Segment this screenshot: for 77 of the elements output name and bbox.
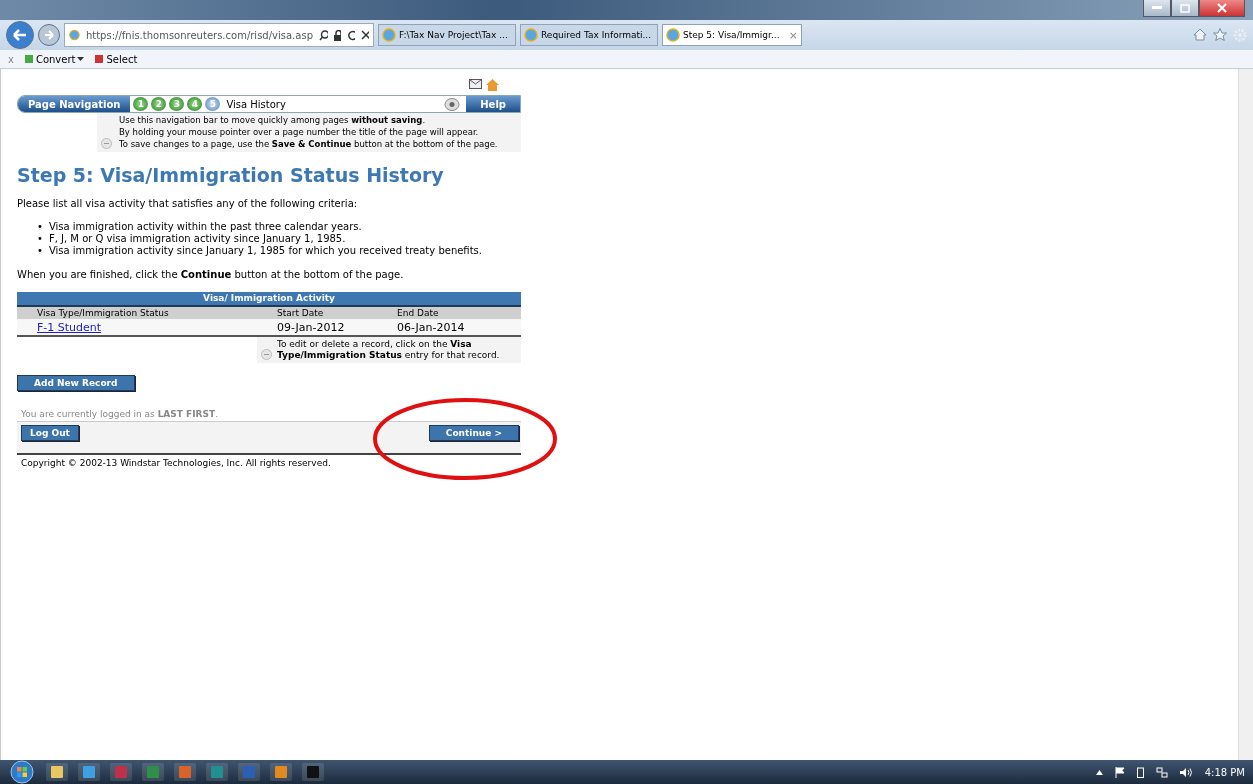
taskbar-app-icon[interactable] bbox=[206, 763, 228, 781]
url-text: https://fnis.thomsonreuters.com/risd/visa.asp bbox=[85, 29, 313, 41]
back-button[interactable] bbox=[6, 21, 34, 49]
taskbar-app-icon[interactable] bbox=[270, 763, 292, 781]
taskbar-app-icon[interactable] bbox=[174, 763, 196, 781]
table-cell-text: 09-Jan-2012 bbox=[277, 320, 346, 334]
minimize-icon bbox=[1152, 6, 1162, 10]
bullet-mark: • bbox=[37, 233, 43, 245]
help-button[interactable]: Help bbox=[466, 96, 520, 112]
browser-icon bbox=[382, 28, 396, 42]
volume-icon[interactable] bbox=[1179, 766, 1193, 778]
criteria-item: F, J, M or Q visa immigration activity since January 1, 1985. bbox=[48, 233, 346, 245]
taskbar-app-icon[interactable] bbox=[302, 763, 324, 781]
tab-close-button[interactable]: × bbox=[788, 28, 798, 42]
close-icon bbox=[1217, 3, 1227, 13]
intro-text: Please list all visa activity that satisfies any of the following criteria: bbox=[17, 198, 359, 209]
browser-tab[interactable]: Step 5: Visa/Immigr... × bbox=[662, 24, 802, 46]
search-icon[interactable] bbox=[319, 29, 328, 41]
continue-button[interactable]: Continue > bbox=[428, 425, 519, 441]
dropdown-caret-icon[interactable] bbox=[77, 56, 85, 62]
minimize-button[interactable] bbox=[1143, 0, 1171, 17]
maximize-button[interactable] bbox=[1171, 0, 1199, 17]
page-navigation-label: Page Navigation bbox=[18, 96, 131, 112]
network-icon[interactable] bbox=[1155, 766, 1168, 778]
browser-icon bbox=[666, 28, 680, 42]
bullet-mark: • bbox=[37, 245, 43, 257]
clock[interactable]: 4:18 PM bbox=[1204, 766, 1245, 778]
info-text: Use this navigation bar to move quickly among pages without saving. bbox=[119, 115, 426, 125]
toolbar-close-button[interactable]: x bbox=[8, 53, 14, 65]
scrollbar[interactable] bbox=[1238, 69, 1253, 760]
arrow-left-icon bbox=[13, 29, 27, 41]
copyright-text: Copyright © 2002-13 Windstar Technologies, Inc. All rights reserved. bbox=[21, 458, 332, 468]
table-cell-text: 06-Jan-2014 bbox=[397, 320, 466, 334]
table-title: Visa/ Immigration Activity bbox=[17, 292, 521, 307]
toolbar-icon[interactable] bbox=[94, 54, 105, 64]
battery-icon[interactable] bbox=[1136, 766, 1144, 778]
address-bar[interactable]: https://fnis.thomsonreuters.com/risd/visa.asp bbox=[64, 23, 374, 47]
start-button[interactable] bbox=[8, 760, 36, 784]
lock-icon bbox=[333, 29, 341, 41]
close-icon[interactable] bbox=[361, 30, 369, 40]
caret-icon[interactable] bbox=[1095, 769, 1103, 775]
info-text: To save changes to a page, use the Save & Continue button at the bottom of the page. bbox=[119, 139, 498, 149]
browser-icon bbox=[524, 28, 538, 42]
add-record-button[interactable]: Add New Record bbox=[17, 375, 135, 391]
visa-status-link[interactable]: F-1 Student bbox=[37, 320, 102, 334]
refresh-icon[interactable] bbox=[346, 29, 356, 41]
page-heading: Step 5: Visa/Immigration Status History bbox=[17, 164, 445, 186]
taskbar-app-icon[interactable] bbox=[78, 763, 100, 781]
criteria-item: Visa immigration activity within the past three calendar years. bbox=[48, 221, 362, 233]
toolbar-item[interactable]: Select bbox=[106, 53, 138, 65]
browser-icon bbox=[69, 28, 80, 42]
info-bullet-icon bbox=[261, 349, 272, 360]
home-icon[interactable] bbox=[1193, 28, 1207, 41]
instruction-text: When you are finished, click the Continue button at the bottom of the page. bbox=[17, 269, 404, 280]
forward-button[interactable] bbox=[38, 24, 60, 46]
logout-button[interactable]: Log Out bbox=[21, 425, 79, 441]
current-page-title: Visa History bbox=[226, 98, 287, 110]
column-header: Start Date bbox=[277, 308, 325, 318]
note-text: To edit or delete a record, click on the Visa Type/Immigration Status entry for that record. bbox=[277, 339, 500, 360]
login-status-text: You are currently logged in as LAST FIRST. bbox=[21, 409, 218, 419]
mail-icon[interactable] bbox=[469, 79, 482, 89]
flag-icon[interactable] bbox=[1114, 766, 1125, 778]
info-text: By holding your mouse pointer over a page number the title of the page will appear. bbox=[119, 127, 479, 137]
info-bullet-icon bbox=[101, 138, 112, 149]
column-header: End Date bbox=[397, 308, 440, 318]
arrow-right-icon bbox=[44, 30, 54, 40]
bullet-mark: • bbox=[37, 221, 43, 233]
star-icon[interactable] bbox=[1213, 28, 1227, 41]
close-button[interactable] bbox=[1199, 0, 1245, 17]
browser-tab[interactable]: Required Tax Informati... bbox=[520, 24, 658, 46]
column-header: Visa Type/Immigration Status bbox=[37, 308, 170, 318]
taskbar-app-icon[interactable] bbox=[46, 763, 68, 781]
browser-tab[interactable]: F:\Tax Nav Project\Tax ... bbox=[378, 24, 516, 46]
toolbar-item[interactable]: Convert bbox=[35, 53, 76, 65]
maximize-icon bbox=[1180, 3, 1190, 13]
toolbar-icon[interactable] bbox=[23, 54, 34, 64]
criteria-item: Visa immigration activity since January 1, 1985 for which you received treaty benefits. bbox=[48, 245, 482, 257]
